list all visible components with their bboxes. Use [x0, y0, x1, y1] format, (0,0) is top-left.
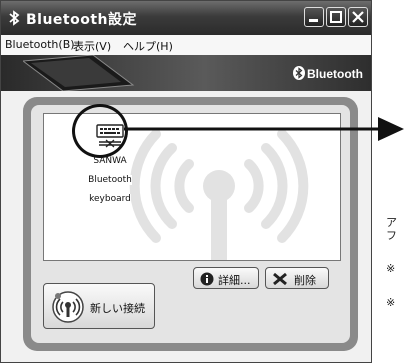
menu-bluetooth[interactable]: Bluetooth(B) — [5, 38, 75, 51]
maximize-button[interactable] — [326, 7, 346, 27]
new-connection-label: 新しい接続 — [90, 302, 145, 315]
delete-icon — [273, 272, 287, 286]
bluetooth-brand-text: Bluetooth — [307, 67, 363, 81]
callout-circle — [72, 104, 128, 158]
new-connection-icon — [52, 291, 84, 323]
menu-help[interactable]: ヘルプ(H) — [123, 38, 173, 54]
laptop-graphic — [23, 55, 135, 91]
new-connection-button[interactable]: 新しい接続 — [43, 283, 155, 329]
window-title: Bluetooth設定 — [26, 12, 138, 28]
minimize-button[interactable] — [304, 7, 324, 27]
bluetooth-brand: Bluetooth — [293, 66, 363, 81]
bluetooth-icon — [9, 10, 20, 26]
delete-button[interactable]: 削除 — [265, 267, 329, 289]
close-button[interactable] — [348, 7, 368, 27]
info-icon — [200, 272, 214, 286]
side-text-3: ※ — [386, 262, 396, 275]
bluetooth-signal-watermark — [129, 129, 309, 260]
device-label-line-3: keyboard — [89, 194, 131, 204]
bluetooth-settings-window: Bluetooth設定 Bluetooth(B) 表示(V) ヘルプ(H) Bl… — [0, 0, 372, 363]
menu-bar: Bluetooth(B) 表示(V) ヘルプ(H) — [1, 35, 371, 55]
delete-label: 削除 — [294, 274, 316, 287]
details-button[interactable]: 詳細... — [193, 267, 259, 289]
header-banner: Bluetooth — [1, 55, 371, 91]
maximize-icon — [330, 11, 342, 23]
side-text-2: フ — [386, 229, 397, 242]
device-label-line-2: Bluetooth — [88, 175, 132, 185]
title-bar[interactable]: Bluetooth設定 — [1, 1, 371, 35]
menu-view[interactable]: 表示(V) — [73, 38, 111, 54]
device-label: SANWA Bluetooth keyboard — [80, 148, 140, 205]
minimize-icon — [309, 19, 318, 22]
close-icon — [352, 11, 364, 23]
bluetooth-logo-icon — [293, 66, 305, 80]
details-label: 詳細... — [218, 274, 251, 287]
callout-arrow — [124, 117, 404, 141]
side-text-4: ※ — [386, 296, 396, 309]
